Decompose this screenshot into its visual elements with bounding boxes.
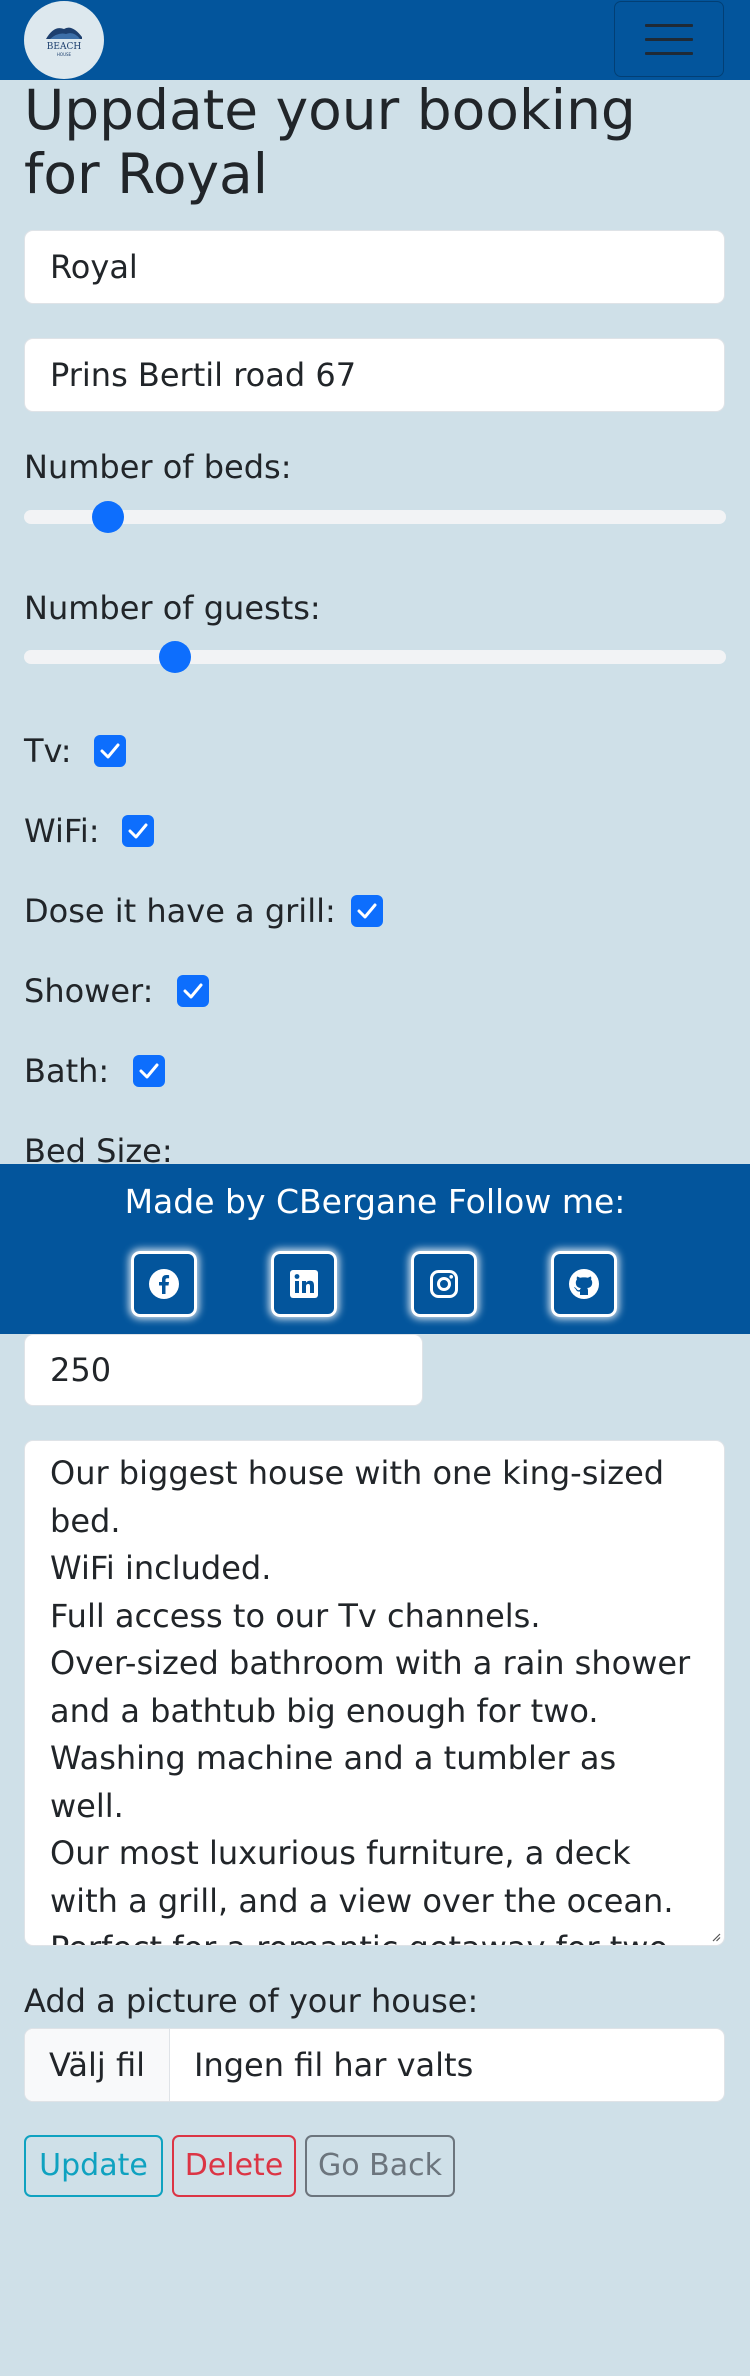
wifi-label: WiFi: [24,812,100,850]
file-input[interactable]: Välj fil Ingen fil har valts [24,2028,725,2102]
beds-slider[interactable] [24,501,726,533]
update-button[interactable]: Update [24,2135,163,2197]
beds-slider-thumb[interactable] [92,501,125,533]
beds-label: Number of beds: [24,448,292,486]
logo-text: BEACH [46,42,82,52]
description-textarea[interactable]: Our biggest house with one king-sized be… [24,1440,725,1946]
guests-slider[interactable] [24,641,726,673]
menu-toggle-button[interactable] [614,1,724,77]
house-name-input[interactable] [24,230,725,304]
facebook-link[interactable] [131,1251,197,1317]
instagram-icon [430,1270,458,1298]
wifi-checkbox[interactable] [122,815,154,847]
tv-checkbox[interactable] [94,735,126,767]
delete-button[interactable]: Delete [172,2135,296,2197]
linkedin-icon [290,1270,318,1298]
check-icon [357,903,377,919]
check-icon [183,983,203,999]
grill-label: Dose it have a grill: [24,892,336,930]
tv-label: Tv: [24,732,72,770]
go-back-button[interactable]: Go Back [305,2135,455,2197]
github-icon [569,1269,599,1299]
github-link[interactable] [551,1251,617,1317]
resize-handle-icon[interactable] [711,1932,721,1942]
bath-label: Bath: [24,1052,110,1090]
bath-checkbox[interactable] [133,1055,165,1087]
address-input[interactable] [24,338,725,412]
footer: Made by CBergane Follow me: [0,1164,750,1334]
check-icon [100,743,120,759]
instagram-link[interactable] [411,1251,477,1317]
footer-text: Made by CBergane Follow me: [124,1182,626,1221]
linkedin-link[interactable] [271,1251,337,1317]
shower-checkbox[interactable] [177,975,209,1007]
choose-file-button[interactable]: Välj fil [25,2029,170,2101]
logo-subtext: HOUSE [56,52,72,57]
check-icon [128,823,148,839]
logo[interactable]: BEACH HOUSE [24,1,104,79]
page-title: Uppdate your booking for Royal [24,78,636,206]
picture-label: Add a picture of your house: [24,1982,479,2020]
hamburger-icon [645,23,693,27]
facebook-icon [149,1269,179,1299]
guests-label: Number of guests: [24,589,321,627]
price-input[interactable] [24,1334,423,1406]
shower-label: Shower: [24,972,154,1010]
file-status: Ingen fil har valts [194,2046,474,2084]
navbar: BEACH HOUSE [0,0,750,80]
grill-checkbox[interactable] [351,895,383,927]
beach-house-logo-icon [46,27,82,39]
guests-slider-thumb[interactable] [158,641,191,673]
check-icon [139,1063,159,1079]
